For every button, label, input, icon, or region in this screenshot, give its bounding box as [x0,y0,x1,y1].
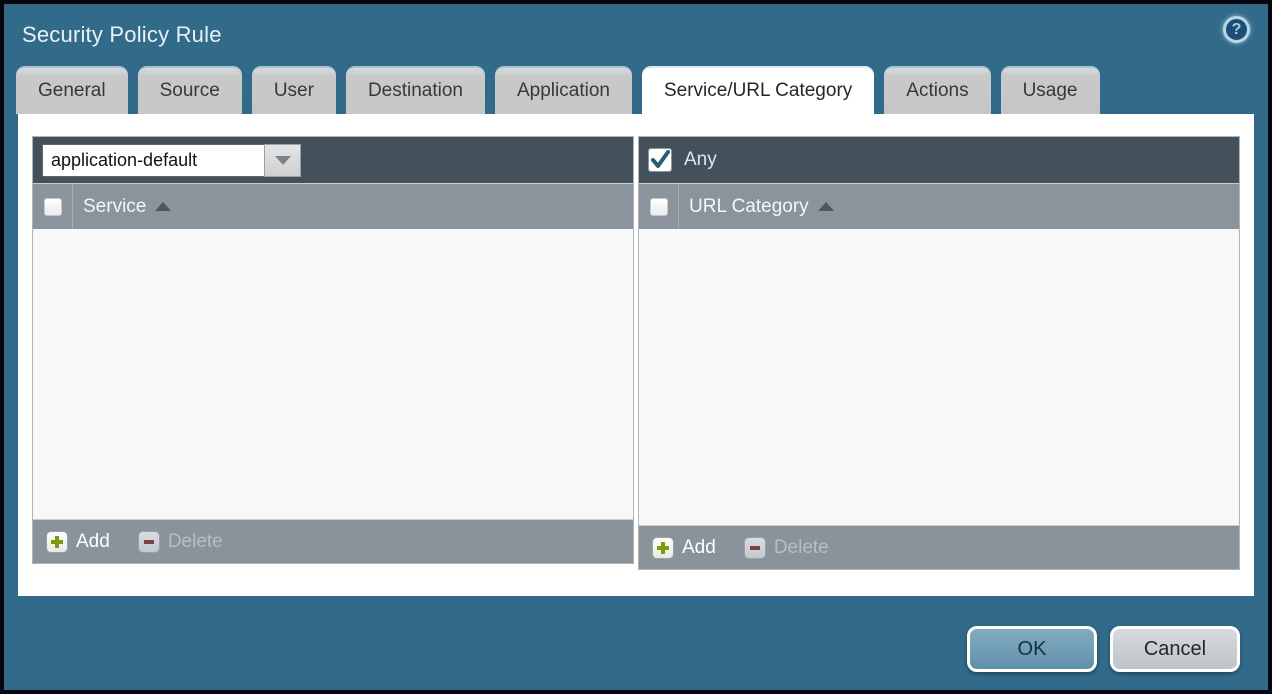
service-type-dropdown[interactable] [42,144,301,177]
service-add-button[interactable]: Add [46,531,110,553]
help-icon[interactable]: ? [1223,16,1250,43]
tab-usage[interactable]: Usage [1001,66,1100,114]
url-category-panel-footer: Add Delete [639,525,1239,569]
service-select-all-checkbox[interactable] [44,198,62,216]
any-row: Any [648,148,717,172]
service-column-label: Service [83,196,146,218]
url-category-select-all-cell [639,184,679,229]
service-panel: Service Add Delete [32,136,634,564]
help-glyph: ? [1232,21,1242,39]
any-label: Any [684,149,717,171]
ok-button[interactable]: OK [967,626,1097,672]
service-type-dropdown-value[interactable] [42,144,264,177]
cancel-button[interactable]: Cancel [1110,626,1240,672]
tab-application[interactable]: Application [495,66,632,114]
sort-ascending-icon [155,202,171,211]
tab-bar: General Source User Destination Applicat… [4,66,1268,114]
dialog-action-row: OK Cancel [967,626,1240,672]
tab-destination[interactable]: Destination [346,66,485,114]
service-panel-footer: Add Delete [33,519,633,563]
service-delete-button[interactable]: Delete [138,531,223,553]
tab-general[interactable]: General [16,66,128,114]
chevron-down-icon [275,156,291,165]
service-select-all-cell [33,184,73,229]
any-checkbox[interactable] [648,148,672,172]
url-category-select-all-checkbox[interactable] [650,198,668,216]
plus-icon [652,537,674,559]
service-panel-header [33,137,633,183]
service-add-label: Add [76,531,110,553]
url-category-delete-button[interactable]: Delete [744,537,829,559]
sort-ascending-icon [818,202,834,211]
url-category-column-header[interactable]: URL Category [639,183,1239,229]
service-delete-label: Delete [168,531,223,553]
tab-user[interactable]: User [252,66,336,114]
plus-icon [46,531,68,553]
dialog-titlebar: Security Policy Rule ? [4,4,1268,66]
url-category-column-label: URL Category [689,196,809,218]
tab-content-area: Service Add Delete Any [18,114,1254,596]
url-category-panel: Any URL Category Add Delete [638,136,1240,570]
checkmark-icon [649,149,671,171]
service-column-header[interactable]: Service [33,183,633,229]
url-category-panel-header: Any [639,137,1239,183]
service-type-dropdown-button[interactable] [264,144,301,177]
minus-icon [744,537,766,559]
service-table-body[interactable] [33,229,633,519]
url-category-add-label: Add [682,537,716,559]
url-category-table-body[interactable] [639,229,1239,525]
url-category-add-button[interactable]: Add [652,537,716,559]
tab-service-url-category[interactable]: Service/URL Category [642,66,874,114]
tab-actions[interactable]: Actions [884,66,990,114]
url-category-delete-label: Delete [774,537,829,559]
tab-source[interactable]: Source [138,66,242,114]
dialog-title: Security Policy Rule [22,22,222,48]
minus-icon [138,531,160,553]
